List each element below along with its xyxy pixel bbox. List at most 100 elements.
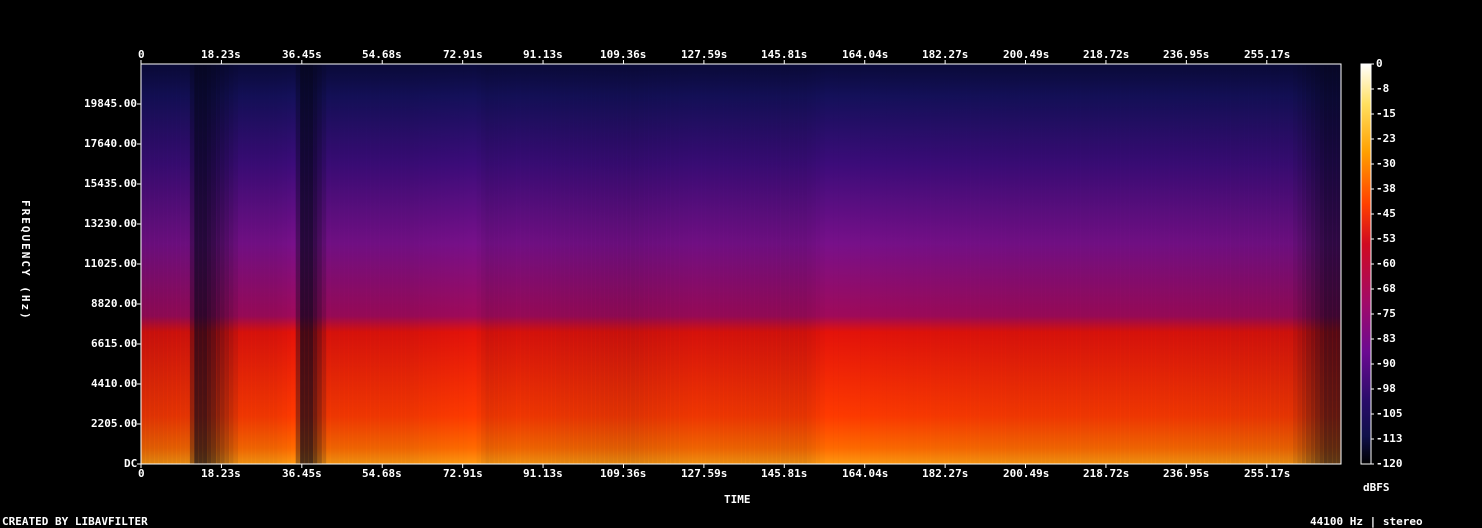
spectrogram-column — [1085, 64, 1090, 464]
spectrogram-column — [352, 64, 358, 464]
colorbar-tick-label: -90 — [1376, 357, 1396, 370]
spectrogram-column — [273, 64, 279, 464]
spectrogram-column — [564, 64, 570, 464]
spectrogram-column — [560, 64, 565, 464]
spectrogram-column — [520, 64, 526, 464]
y-tick-label: 19845.00 — [84, 97, 137, 110]
spectrogram-column — [970, 64, 976, 464]
x-tick-label-bottom: 200.49s — [1003, 467, 1050, 480]
spectrogram-column — [1226, 64, 1231, 464]
spectrogram-column — [1005, 64, 1011, 464]
spectrogram-column — [1018, 64, 1024, 464]
spectrogram-column — [767, 64, 773, 464]
spectrogram-column — [441, 64, 446, 464]
spectrogram-column — [533, 64, 539, 464]
spectrogram-column — [754, 64, 759, 464]
x-tick-label-top: 182.27s — [922, 48, 969, 61]
spectrogram-column — [974, 64, 980, 464]
spectrogram-column — [149, 64, 155, 464]
spectrogram-column — [723, 64, 729, 464]
colorbar-tick-label: -83 — [1376, 332, 1396, 345]
spectrogram-column — [771, 64, 777, 464]
spectrogram-column — [1054, 64, 1059, 464]
spectrogram-column — [833, 64, 839, 464]
colorbar-tick-label: -23 — [1376, 132, 1396, 145]
spectrogram-column — [524, 64, 530, 464]
colorbar — [1361, 64, 1371, 464]
spectrogram-column — [361, 64, 367, 464]
x-tick-label-top: 54.68s — [362, 48, 402, 61]
spectrogram-column — [1032, 64, 1037, 464]
spectrogram-column — [405, 64, 411, 464]
spectrogram-column — [498, 64, 504, 464]
spectrogram-column — [158, 64, 164, 464]
spectrogram-column — [1208, 64, 1214, 464]
spectrogram-column — [908, 64, 914, 464]
colorbar-tick-label: -120 — [1376, 457, 1403, 470]
spectrogram-column — [683, 64, 689, 464]
spectrogram-column — [736, 64, 742, 464]
spectrogram-column — [1221, 64, 1227, 464]
spectrogram-column — [1191, 64, 1196, 464]
spectrogram-column — [895, 64, 901, 464]
spectrogram-column — [180, 64, 186, 464]
footer-credit: CREATED BY LIBAVFILTER — [2, 515, 148, 528]
spectrogram-column — [1133, 64, 1139, 464]
spectrogram-column — [846, 64, 852, 464]
spectrogram-column — [233, 64, 239, 464]
colorbar-tick-label: 0 — [1376, 57, 1383, 70]
spectrogram-column — [432, 64, 437, 464]
spectrogram-column — [1168, 64, 1174, 464]
spectrogram-column — [163, 64, 168, 464]
spectrogram-column — [189, 64, 195, 464]
spectrogram-column — [966, 64, 971, 464]
spectrogram-column — [1230, 64, 1236, 464]
spectrogram-column — [1093, 64, 1099, 464]
spectrogram-column — [935, 64, 940, 464]
spectrogram-column — [286, 64, 292, 464]
spectrogram-column — [396, 64, 402, 464]
x-axis-title: TIME — [724, 493, 751, 506]
spectrogram-column — [1243, 64, 1249, 464]
spectrogram-column — [357, 64, 362, 464]
spectrogram-column — [1235, 64, 1240, 464]
spectrogram-column — [326, 64, 331, 464]
spectrogram-column — [304, 64, 309, 464]
spectrogram-column — [1266, 64, 1271, 464]
spectrogram-column — [1129, 64, 1134, 464]
colorbar-tick-label: -45 — [1376, 207, 1396, 220]
spectrogram-column — [811, 64, 817, 464]
spectrogram-column — [321, 64, 327, 464]
spectrogram-column — [608, 64, 614, 464]
spectrogram-column — [679, 64, 684, 464]
spectrogram-column — [1045, 64, 1051, 464]
spectrogram-column — [670, 64, 676, 464]
spectrogram-column — [604, 64, 609, 464]
spectrogram-column — [1058, 64, 1064, 464]
spectrogram-column — [348, 64, 354, 464]
spectrogram-column — [952, 64, 958, 464]
x-tick-label-top: 127.59s — [681, 48, 728, 61]
spectrogram-column — [1155, 64, 1161, 464]
spectrogram-column — [299, 64, 305, 464]
spectrogram-column — [154, 64, 159, 464]
y-axis — [137, 103, 141, 465]
spectrogram-column — [692, 64, 698, 464]
spectrogram-column — [502, 64, 508, 464]
spectrogram-column — [467, 64, 473, 464]
spectrogram-column — [617, 64, 623, 464]
x-tick-label-bottom: 36.45s — [282, 467, 322, 480]
spectrogram-column — [838, 64, 843, 464]
spectrogram-column — [277, 64, 283, 464]
spectrogram-column — [789, 64, 795, 464]
spectrogram-column — [224, 64, 230, 464]
spectrogram-column — [1063, 64, 1068, 464]
spectrogram-column — [899, 64, 905, 464]
spectrogram-column — [542, 64, 548, 464]
spectrogram-column — [1279, 64, 1284, 464]
spectrogram-column — [480, 64, 486, 464]
spectrogram-column — [930, 64, 936, 464]
spectrogram-column — [696, 64, 702, 464]
spectrogram-column — [1089, 64, 1095, 464]
spectrogram-column — [1305, 64, 1311, 464]
